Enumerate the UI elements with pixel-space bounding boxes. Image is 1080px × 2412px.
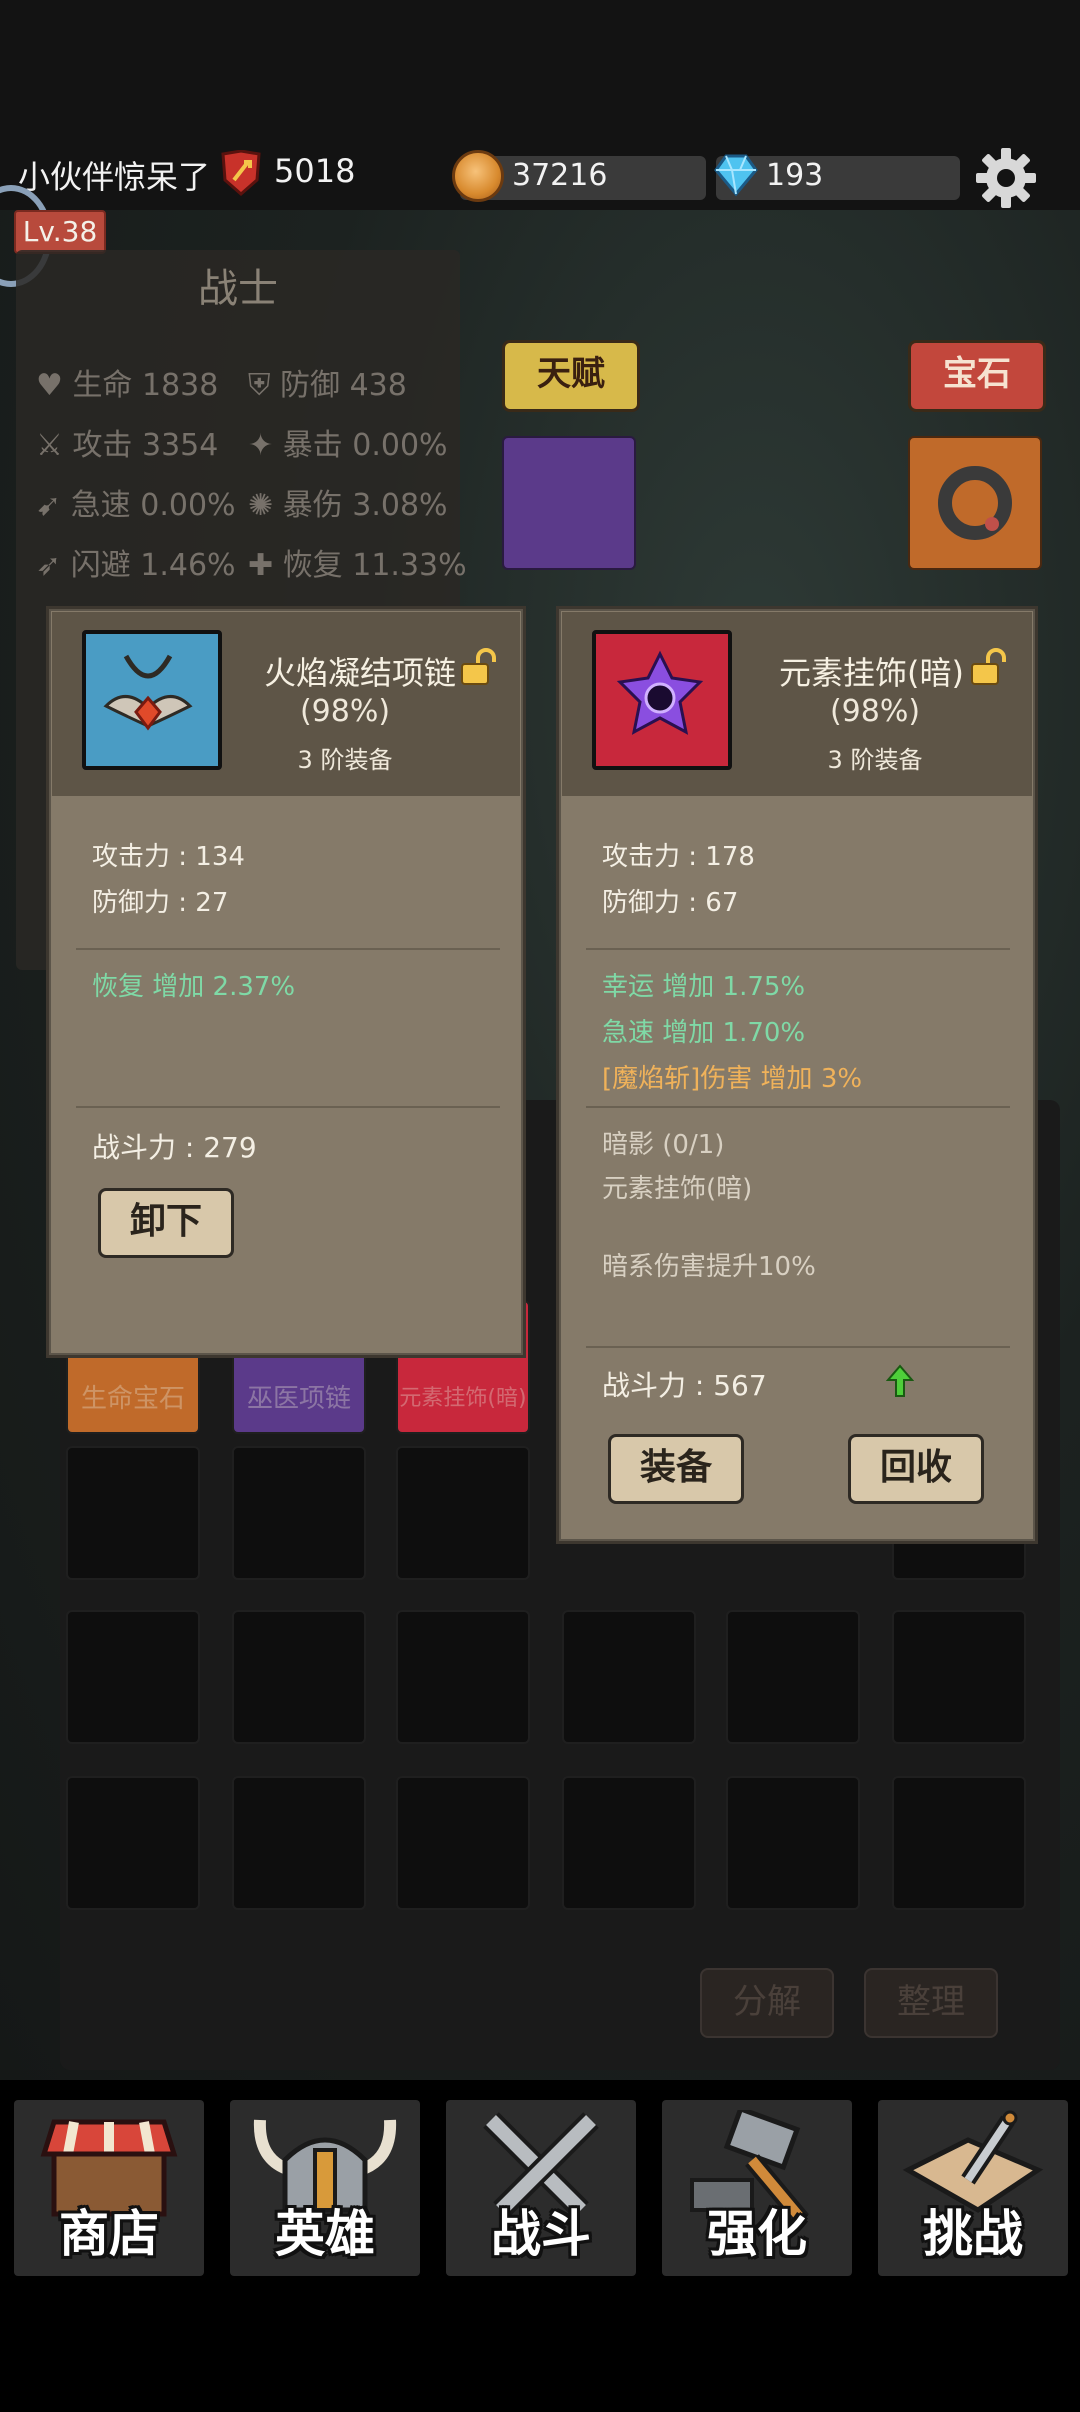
equipped-power: 战斗力 : 279 xyxy=(92,1131,257,1164)
new-item-power: 战斗力 : 567 xyxy=(602,1369,767,1402)
inventory-item-label: 生命宝石 xyxy=(80,1384,185,1414)
new-item-name: 元素挂饰(暗) xyxy=(779,654,964,692)
settings-gear-icon[interactable] xyxy=(974,146,1038,210)
stat-attack: ⚔ 攻击 3354 xyxy=(36,428,219,463)
inventory-slot-empty[interactable] xyxy=(892,1776,1026,1910)
stat-crit: ✦ 暴击 0.00% xyxy=(248,428,448,463)
combat-power-shield-icon xyxy=(221,150,261,196)
set-name: 暗影 (0/1) xyxy=(602,1130,725,1160)
talent-button[interactable]: 天赋 xyxy=(502,340,640,412)
recycle-button[interactable]: 回收 xyxy=(848,1434,984,1504)
gem-value: 193 xyxy=(766,158,824,193)
equipped-bonus: 恢复 增加 2.37% xyxy=(92,972,296,1002)
stat-crit-damage: ✺ 暴伤 3.08% xyxy=(248,488,448,523)
new-item-tier: 3 阶装备 xyxy=(827,746,923,774)
inventory-slot-empty[interactable] xyxy=(232,1446,366,1580)
equipped-item-name: 火焰凝结项链 xyxy=(263,654,456,692)
dark-element-charm-icon xyxy=(616,650,704,735)
inventory-slot-empty[interactable] xyxy=(396,1776,530,1910)
new-item-bonus: 急速 增加 1.70% xyxy=(602,1018,806,1048)
winged-necklace-icon xyxy=(103,654,193,731)
inventory-slot-empty[interactable] xyxy=(396,1446,530,1580)
set-effect: 暗系伤害提升10% xyxy=(602,1252,816,1282)
nav-challenge-label: 挑战 xyxy=(923,2205,1023,2263)
equipped-item-quality: (98%) xyxy=(299,694,391,729)
new-item-special-bonus: [魔焰斩]伤害 增加 3% xyxy=(602,1064,863,1094)
inventory-slot-empty[interactable] xyxy=(726,1776,860,1910)
inventory-slot-empty[interactable] xyxy=(66,1776,200,1910)
nav-hero-label: 英雄 xyxy=(275,2205,375,2263)
nav-shop[interactable]: 商店 xyxy=(14,2100,204,2276)
equipped-item-tier: 3 阶装备 xyxy=(297,746,393,774)
gem-button[interactable]: 宝石 xyxy=(908,340,1046,412)
inventory-slot-empty[interactable] xyxy=(232,1776,366,1910)
new-item-bonus: 幸运 增加 1.75% xyxy=(602,972,806,1002)
nav-challenge[interactable]: 挑战 xyxy=(878,2100,1068,2276)
inventory-item-label: 元素挂饰(暗) xyxy=(399,1386,527,1411)
new-item-quality: (98%) xyxy=(829,694,921,729)
nav-hero[interactable]: 英雄 xyxy=(230,2100,420,2276)
nav-upgrade[interactable]: 强化 xyxy=(662,2100,852,2276)
inventory-slot-empty[interactable] xyxy=(66,1446,200,1580)
inventory-slot-empty[interactable] xyxy=(562,1776,696,1910)
new-item-defense: 防御力 : 67 xyxy=(602,888,739,918)
unequip-button[interactable]: 卸下 xyxy=(98,1188,234,1258)
combat-power-value: 5018 xyxy=(274,152,356,190)
power-up-arrow-icon xyxy=(886,1364,914,1397)
equipped-attack: 攻击力 : 134 xyxy=(92,842,245,872)
gold-coin-icon xyxy=(452,150,504,202)
sort-button[interactable]: 整理 xyxy=(864,1968,998,2038)
inventory-slot-empty[interactable] xyxy=(396,1610,530,1744)
inventory-slot-empty[interactable] xyxy=(562,1610,696,1744)
inventory-slot-empty[interactable] xyxy=(66,1610,200,1744)
diamond-icon xyxy=(714,154,758,197)
ring-icon xyxy=(938,466,1012,540)
inventory-item-label: 巫医项链 xyxy=(246,1384,351,1414)
set-piece: 元素挂饰(暗) xyxy=(602,1174,753,1204)
gold-value: 37216 xyxy=(512,158,608,193)
equip-slot-hat[interactable] xyxy=(502,436,636,570)
equipped-defense: 防御力 : 27 xyxy=(92,888,229,918)
unlocked-padlock-icon[interactable] xyxy=(458,648,498,686)
inventory-slot-empty[interactable] xyxy=(232,1610,366,1744)
divider xyxy=(76,948,500,950)
unlocked-padlock-icon[interactable] xyxy=(968,648,1008,686)
nav-battle-label: 战斗 xyxy=(491,2205,591,2263)
inventory-slot-empty[interactable] xyxy=(892,1610,1026,1744)
divider xyxy=(586,1346,1010,1348)
divider xyxy=(76,1106,500,1108)
stat-haste: ➹ 急速 0.00% xyxy=(36,488,236,523)
stat-dodge: ➶ 闪避 1.46% xyxy=(36,548,236,583)
stat-regen: ✚ 恢复 11.33% xyxy=(248,548,467,583)
inventory-slot-empty[interactable] xyxy=(726,1610,860,1744)
nav-battle[interactable]: 战斗 xyxy=(446,2100,636,2276)
equip-button[interactable]: 装备 xyxy=(608,1434,744,1504)
divider xyxy=(586,948,1010,950)
player-name: 小伙伴惊呆了 xyxy=(18,158,211,196)
decompose-button[interactable]: 分解 xyxy=(700,1968,834,2038)
nav-shop-label: 商店 xyxy=(59,2205,159,2263)
stat-hp: ♥ 生命 1838 xyxy=(36,368,219,403)
class-title: 战士 xyxy=(198,266,278,312)
new-item-attack: 攻击力 : 178 xyxy=(602,842,755,872)
stat-defense: ⛨ 防御 438 xyxy=(248,368,407,403)
level-badge: Lv.38 xyxy=(14,210,106,254)
nav-upgrade-label: 强化 xyxy=(707,2205,807,2263)
divider xyxy=(586,1106,1010,1108)
